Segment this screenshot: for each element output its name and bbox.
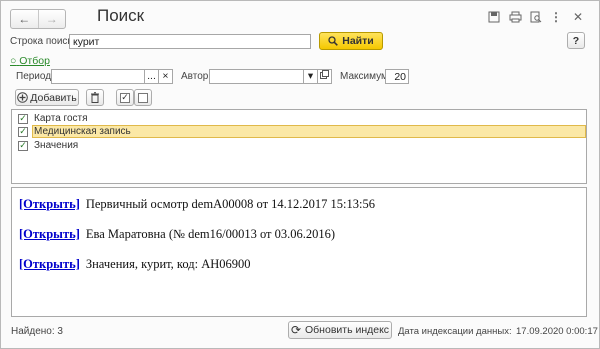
result-item: [Открыть] Первичный осмотр demA00008 от 1… (19, 197, 375, 212)
author-label: Автор: (181, 71, 212, 82)
back-button[interactable]: ← (11, 10, 38, 28)
object-types-list[interactable]: ✓ Карта гостя ✓ Медицинская запись ✓ Зна… (11, 109, 587, 184)
find-button[interactable]: Найти (319, 32, 383, 50)
uncheck-all-icon (138, 92, 148, 103)
result-text: Ева Маратовна (№ dem16/00013 от 03.06.20… (85, 227, 336, 241)
window-title: Поиск (97, 6, 145, 25)
period-choose-button[interactable]: ... (144, 69, 159, 84)
period-label: Период: (16, 71, 54, 82)
list-item[interactable]: ✓ Медицинская запись (18, 125, 131, 138)
list-item[interactable]: ✓ Значения (18, 139, 78, 152)
delete-button[interactable] (86, 89, 104, 106)
author-field[interactable] (209, 69, 311, 84)
save-icon[interactable] (486, 9, 502, 25)
author-dropdown-button[interactable]: ▾ (303, 69, 318, 84)
search-input[interactable] (69, 34, 311, 49)
filter-toggle-link[interactable]: ○ Отбор (10, 55, 50, 67)
plus-circle-icon (17, 92, 29, 103)
max-label: Максимум: (340, 71, 391, 82)
refresh-icon: ⟳ (290, 323, 301, 337)
trash-icon (91, 92, 99, 103)
checkbox[interactable]: ✓ (18, 113, 28, 124)
result-text: Первичный осмотр demA00008 от 14.12.2017… (85, 197, 375, 211)
find-label: Найти (342, 35, 374, 47)
add-button[interactable]: Добавить (15, 89, 79, 106)
uncheck-all-button[interactable] (134, 89, 152, 106)
search-results: [Открыть] Первичный осмотр demA00008 от 1… (11, 187, 587, 317)
author-open-button[interactable] (317, 69, 332, 84)
search-icon (328, 36, 339, 46)
update-index-label: Обновить индекс (305, 324, 390, 336)
expand-icon: ○ (10, 55, 17, 67)
list-item-label: Значения (34, 140, 79, 151)
open-icon (320, 70, 329, 79)
result-item: [Открыть] Ева Маратовна (№ dem16/00013 от… (19, 227, 335, 242)
index-date-value: 17.09.2020 0:00:17 (516, 326, 598, 337)
more-icon[interactable]: ⋮ (548, 9, 564, 25)
list-item-label: Медицинская запись (34, 126, 131, 137)
index-date-label: Дата индексации данных: (398, 326, 512, 337)
list-item-label: Карта гостя (34, 113, 88, 124)
add-label: Добавить (30, 91, 77, 104)
max-input[interactable] (385, 69, 409, 84)
open-link[interactable]: [Открыть] (19, 257, 80, 271)
filter-link-label: Отбор (19, 55, 50, 67)
found-count: Найдено: 3 (11, 326, 63, 337)
checkbox[interactable]: ✓ (18, 126, 28, 137)
open-link[interactable]: [Открыть] (19, 197, 80, 211)
checkbox[interactable]: ✓ (18, 140, 28, 151)
forward-button[interactable]: → (37, 10, 66, 28)
print-icon[interactable] (507, 9, 523, 25)
preview-icon[interactable] (528, 9, 544, 25)
result-item: [Открыть] Значения, курит, код: АН06900 (19, 257, 251, 272)
search-window: ← → Поиск ⋮ ✕ Строка поиска: Найти ? ○ О… (0, 0, 600, 349)
open-link[interactable]: [Открыть] (19, 227, 80, 241)
check-all-icon: ✓ (120, 92, 130, 103)
list-item[interactable]: ✓ Карта гостя (18, 112, 88, 125)
navigation-buttons: ← → (10, 9, 66, 29)
period-clear-button[interactable]: × (158, 69, 173, 84)
result-text: Значения, курит, код: АН06900 (85, 257, 251, 271)
help-button[interactable]: ? (567, 32, 585, 49)
close-icon[interactable]: ✕ (570, 9, 586, 25)
period-field[interactable] (51, 69, 145, 84)
update-index-button[interactable]: ⟳ Обновить индекс (288, 321, 392, 339)
check-all-button[interactable]: ✓ (116, 89, 134, 106)
